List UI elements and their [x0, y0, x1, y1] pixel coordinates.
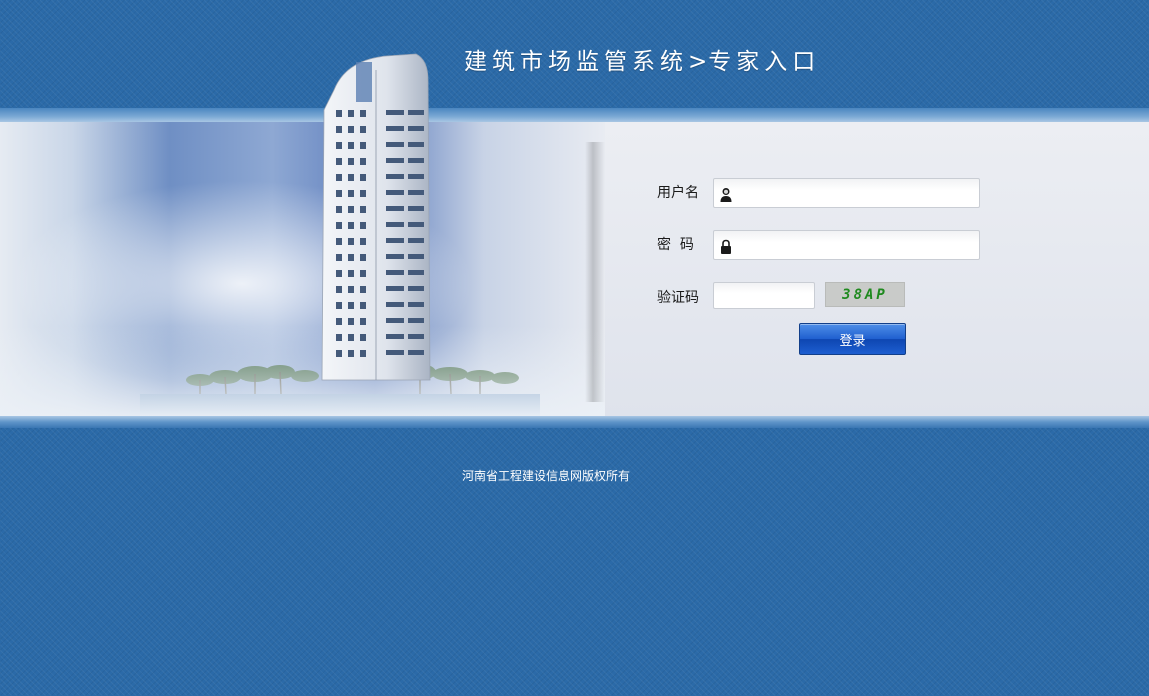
footer-band	[0, 416, 1149, 428]
password-field-wrapper	[713, 230, 980, 260]
entry-title: 专家入口	[708, 49, 821, 75]
username-input[interactable]	[714, 179, 979, 207]
title-separator: >	[688, 49, 709, 75]
user-icon	[720, 188, 732, 202]
building-illustration	[321, 53, 431, 381]
lock-icon	[721, 239, 731, 254]
username-field-wrapper	[713, 178, 980, 208]
building-scene-image	[0, 122, 605, 416]
login-panel	[0, 122, 1149, 416]
captcha-input[interactable]	[714, 283, 814, 308]
login-button[interactable]: 登录	[799, 323, 906, 355]
copyright-text: 河南省工程建设信息网版权所有	[462, 469, 631, 483]
captcha-label: 验证码	[657, 290, 699, 306]
password-input[interactable]	[714, 231, 979, 259]
system-title: 建筑市场监管系统	[464, 49, 688, 75]
captcha-field-wrapper	[713, 282, 815, 309]
password-label: 密 码	[657, 237, 694, 253]
captcha-image[interactable]: 38AP	[825, 282, 905, 307]
header-band	[0, 108, 1149, 122]
username-label: 用户名	[657, 185, 699, 201]
page-title: 建筑市场监管系统>专家入口	[464, 42, 820, 76]
